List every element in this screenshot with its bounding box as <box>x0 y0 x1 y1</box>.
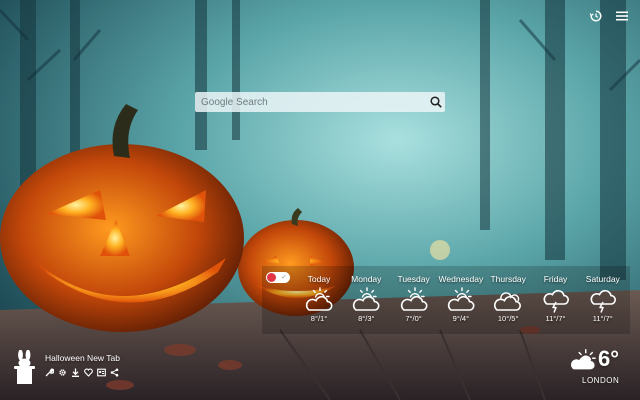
thunderstorm-icon <box>590 289 616 313</box>
search-button[interactable] <box>427 92 445 112</box>
brand-title[interactable]: Halloween New Tab <box>45 353 120 363</box>
forecast-day-temp: 9°/4° <box>452 314 470 323</box>
forecast-day[interactable]: Saturday 11°/7° <box>578 266 628 323</box>
toggle-mark: ✓ <box>281 274 287 281</box>
heart-icon <box>84 368 93 377</box>
weather-forecast: ✓ Today 8°/1° Monday 8°/3° Tuesday 7°/0° Wedne… <box>262 266 630 334</box>
image-gallery-icon <box>97 368 106 377</box>
forecast-day[interactable]: Thursday 10°/5° <box>483 266 533 323</box>
thunderstorm-icon <box>543 289 569 313</box>
forecast-day-temp: 11°/7° <box>592 314 613 323</box>
wrench-icon <box>45 368 54 377</box>
forecast-day-temp: 7°/0° <box>405 314 422 323</box>
cloudy-icon <box>494 292 522 311</box>
menu-button[interactable] <box>614 8 630 24</box>
current-temperature: 6° <box>598 346 620 371</box>
forecast-day-name: Saturday <box>585 274 620 284</box>
forecast-day-temp: 10°/5° <box>497 314 519 323</box>
partly-cloudy-icon <box>570 349 596 370</box>
forecast-day[interactable]: Wednesday 9°/4° <box>436 266 486 323</box>
forecast-day-name: Tuesday <box>397 274 430 284</box>
forecast-day-temp: 8°/3° <box>358 314 375 323</box>
forecast-day-name: Friday <box>543 274 568 284</box>
search-input[interactable] <box>195 92 427 112</box>
partly-cloudy-icon <box>400 287 428 311</box>
forecast-day-name: Wednesday <box>438 274 484 284</box>
wrench-button[interactable] <box>45 368 54 377</box>
forecast-day[interactable]: Today 8°/1° <box>294 266 344 323</box>
settings-button[interactable] <box>58 368 67 377</box>
search-bar <box>195 92 445 112</box>
forecast-day[interactable]: Friday 11°/7° <box>531 266 581 323</box>
gear-icon <box>59 369 66 376</box>
forecast-day-temp: 11°/7° <box>545 314 566 323</box>
history-button[interactable] <box>588 8 604 24</box>
toggle-knob <box>267 273 276 282</box>
top-right-controls <box>588 8 630 24</box>
history-icon <box>590 10 602 22</box>
forecast-day-name: Thursday <box>490 274 526 284</box>
forecast-day-name: Monday <box>351 274 382 284</box>
partly-cloudy-icon <box>447 287 475 311</box>
current-city: LONDON <box>582 376 620 385</box>
current-weather[interactable]: 6° LONDON <box>568 346 628 388</box>
brand-toolbar <box>45 368 119 377</box>
download-button[interactable] <box>71 368 80 377</box>
gallery-button[interactable] <box>97 368 106 377</box>
halloween-background <box>0 0 640 400</box>
share-icon <box>110 368 119 377</box>
magician-hat-bunny-logo <box>14 350 35 384</box>
partly-cloudy-icon <box>305 287 333 311</box>
forecast-day[interactable]: Monday 8°/3° <box>341 266 391 323</box>
search-icon <box>430 96 442 108</box>
forecast-days: Today 8°/1° Monday 8°/3° Tuesday 7°/0° Wednesd… <box>296 266 630 334</box>
forecast-day[interactable]: Tuesday 7°/0° <box>389 266 439 323</box>
share-button[interactable] <box>110 368 119 377</box>
weather-toggle[interactable]: ✓ <box>266 272 290 283</box>
forecast-day-name: Today <box>307 274 331 284</box>
hamburger-menu-icon <box>616 11 628 21</box>
favorite-button[interactable] <box>84 368 93 377</box>
partly-cloudy-icon <box>353 287 380 311</box>
download-icon <box>72 368 79 377</box>
forecast-day-temp: 8°/1° <box>310 314 328 323</box>
